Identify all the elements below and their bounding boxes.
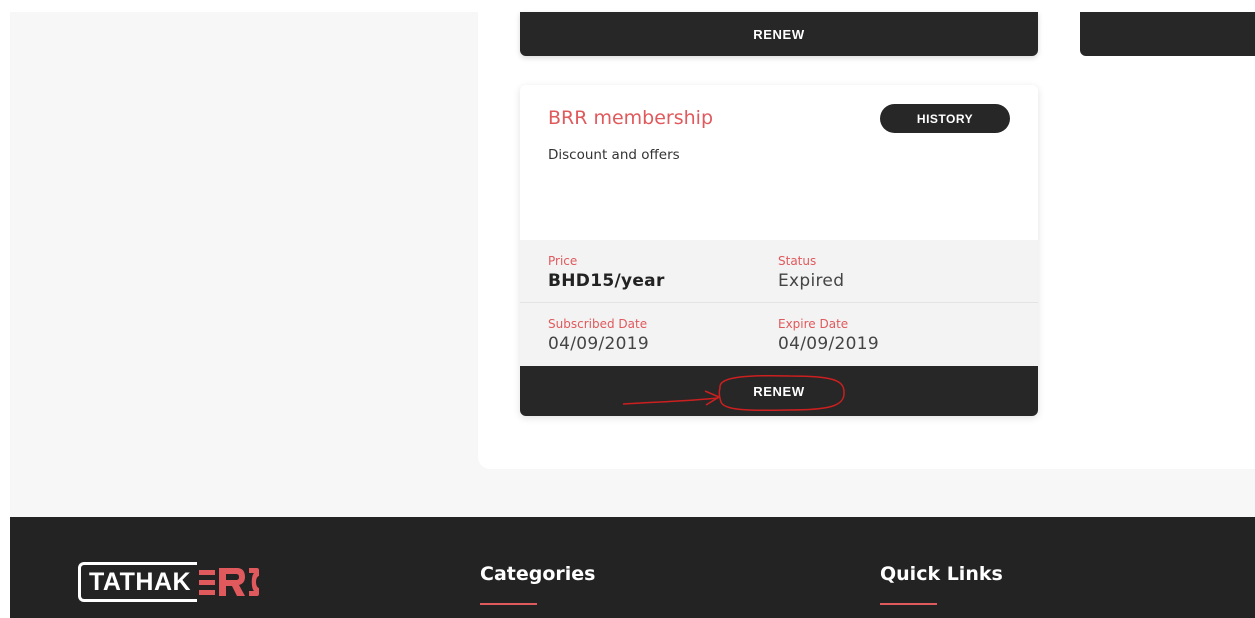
categories-heading: Categories [480, 563, 596, 585]
status-value: Expired [778, 271, 845, 291]
logo-ticket-icon [197, 564, 263, 600]
subscribed-date-value: 04/09/2019 [548, 334, 649, 354]
renew-button[interactable]: RENEW [520, 366, 1038, 416]
renew-label: RENEW [753, 26, 805, 42]
history-button[interactable]: HISTORY [880, 104, 1010, 133]
price-label: Price [548, 254, 578, 268]
membership-info: Price BHD15/year Status Expired Subscrib… [520, 240, 1038, 366]
quick-links-heading: Quick Links [880, 563, 1003, 585]
site-footer: TATHAK Categories Quick Links [10, 517, 1255, 618]
membership-description: Discount and offers [548, 147, 680, 163]
quick-links-underline [880, 603, 937, 605]
top-card-renew-button[interactable]: RENEW [520, 12, 1038, 56]
expire-date-label: Expire Date [778, 317, 849, 331]
right-card-footer [1080, 12, 1255, 56]
status-label: Status [778, 254, 817, 268]
renew-label: RENEW [753, 383, 805, 399]
categories-underline [480, 603, 537, 605]
membership-card: BRR membership HISTORY Discount and offe… [520, 85, 1038, 416]
info-divider [520, 302, 1038, 303]
membership-title: BRR membership [548, 107, 714, 129]
price-value: BHD15/year [548, 271, 665, 291]
subscribed-date-label: Subscribed Date [548, 317, 648, 331]
tathaker-logo[interactable]: TATHAK [78, 562, 263, 602]
logo-text: TATHAK [89, 567, 192, 596]
logo-frame: TATHAK [78, 562, 198, 602]
expire-date-value: 04/09/2019 [778, 334, 879, 354]
